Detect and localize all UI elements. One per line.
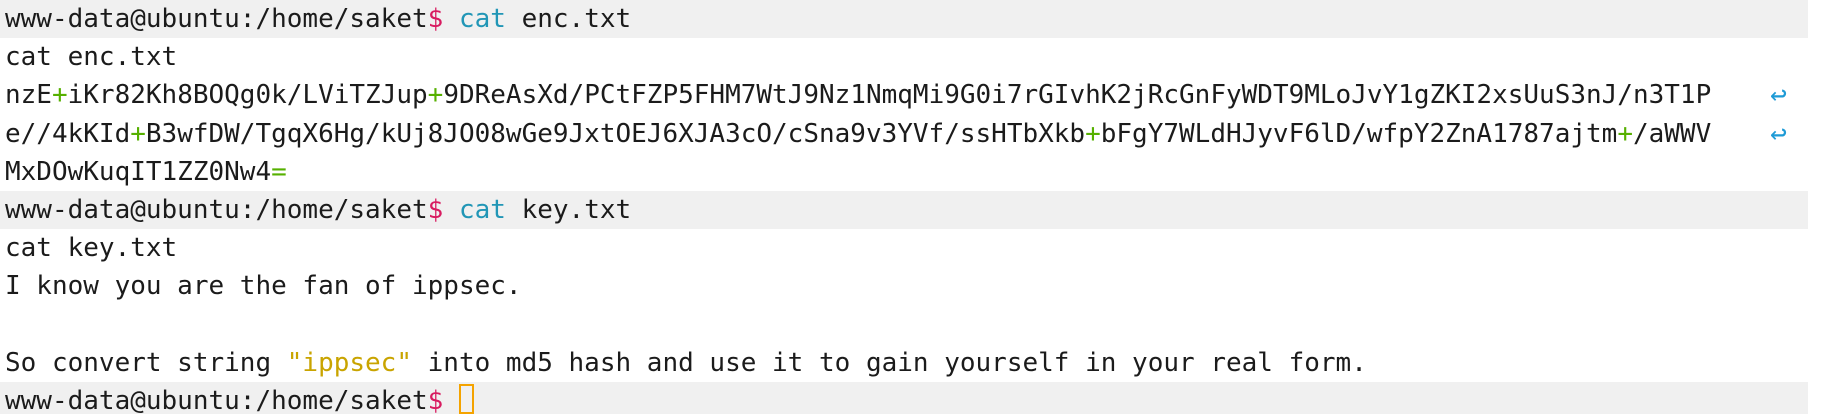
active-prompt-line[interactable]: www-data@ubuntu:/home/saket$ bbox=[0, 381, 1808, 414]
prompt-line: www-data@ubuntu:/home/saket$ cat key.txt bbox=[0, 190, 1808, 230]
encoded-segment: iKr82Kh8BOQg0k/LViTZJup bbox=[67, 80, 428, 111]
encoded-line: nzE+iKr82Kh8BOQg0k/LViTZJup+9DReAsXd/PCt… bbox=[0, 76, 1827, 114]
plus-char: + bbox=[1617, 118, 1633, 149]
prompt-user-host-path: www-data@ubuntu:/home/saket bbox=[5, 194, 428, 225]
command-name: cat bbox=[458, 194, 506, 225]
output-text: So convert string bbox=[5, 347, 287, 378]
encoded-line: e//4kKId+B3wfDW/TgqX6Hg/kUj8JO08wGe9JxtO… bbox=[0, 115, 1827, 153]
wrap-arrow-icon: ↩ bbox=[1770, 78, 1787, 112]
wrap-arrow-icon: ↩ bbox=[1770, 116, 1787, 150]
terminal-cursor[interactable] bbox=[458, 384, 474, 414]
plus-char: + bbox=[51, 80, 68, 111]
prompt-user-host-path: www-data@ubuntu:/home/saket bbox=[5, 4, 428, 34]
output-line: So convert string "ippsec" into md5 hash… bbox=[0, 344, 1827, 382]
quoted-string: "ippsec" bbox=[286, 347, 412, 378]
terminal-window[interactable]: www-data@ubuntu:/home/saket$ cat enc.txt… bbox=[0, 0, 1827, 414]
encoded-segment: e//4kKId bbox=[5, 118, 131, 149]
command-args: enc.txt bbox=[505, 4, 632, 34]
prompt-spacer bbox=[443, 386, 459, 414]
output-text: cat key.txt bbox=[5, 233, 178, 264]
plus-char: + bbox=[1085, 118, 1101, 149]
output-line: cat key.txt bbox=[0, 229, 1827, 267]
encoded-line: MxDOwKuqIT1ZZ0Nw4= bbox=[0, 153, 1827, 191]
equals-char: = bbox=[271, 156, 287, 187]
encoded-segment: nzE bbox=[5, 80, 52, 111]
output-text: I know you are the fan of ippsec. bbox=[5, 271, 522, 302]
output-line: I know you are the fan of ippsec. bbox=[0, 267, 1827, 305]
prompt-sign: $ bbox=[427, 194, 444, 225]
prompt-line: www-data@ubuntu:/home/saket$ cat enc.txt bbox=[0, 0, 1808, 39]
output-line: cat enc.txt bbox=[0, 38, 1827, 76]
encoded-segment: /aWWV bbox=[1632, 118, 1712, 149]
encoded-segment: 9DReAsXd/PCtFZP5FHM7WtJ9Nz1NmqMi9G0i7rGI… bbox=[443, 80, 1712, 111]
encoded-segment: B3wfDW/TgqX6Hg/kUj8JO08wGe9JxtOEJ6XJA3cO… bbox=[145, 118, 1086, 149]
command-args: key.txt bbox=[505, 194, 632, 225]
output-text: cat enc.txt bbox=[5, 42, 178, 73]
encoded-segment: MxDOwKuqIT1ZZ0Nw4 bbox=[5, 156, 272, 187]
plus-char: + bbox=[427, 80, 444, 111]
output-text: into md5 hash and use it to gain yoursel… bbox=[412, 347, 1367, 378]
prompt-sign: $ bbox=[427, 385, 444, 414]
prompt-sign: $ bbox=[427, 4, 444, 34]
command-name: cat bbox=[458, 4, 506, 34]
prompt-user-host-path: www-data@ubuntu:/home/saket bbox=[5, 385, 428, 414]
encoded-segment: bFgY7WLdHJyvF6lD/wfpY2ZnA1787ajtm bbox=[1100, 118, 1618, 149]
plus-char: + bbox=[130, 118, 146, 149]
